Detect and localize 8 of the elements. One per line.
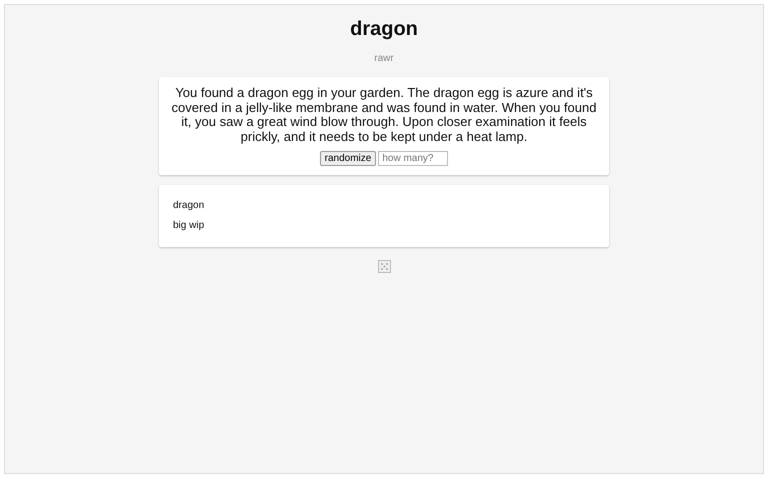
count-field[interactable]: how many? [378, 151, 448, 166]
subtitle: rawr [374, 53, 394, 64]
note-text: dragon [173, 200, 206, 212]
description-text: You found a dragon egg in your garden. The dragon egg is azure and it's covered in a jelly-like membrane and was found in water. When you found it, you saw a great wind blow through. Upon closer examination it feels prickly, and it needs to be kept under a heat lamp. [171, 86, 597, 144]
page-title: dragon [350, 18, 418, 41]
dice-icon[interactable] [378, 260, 390, 273]
randomize-button[interactable]: randomize [320, 151, 376, 166]
note-text: big wip [173, 220, 206, 232]
